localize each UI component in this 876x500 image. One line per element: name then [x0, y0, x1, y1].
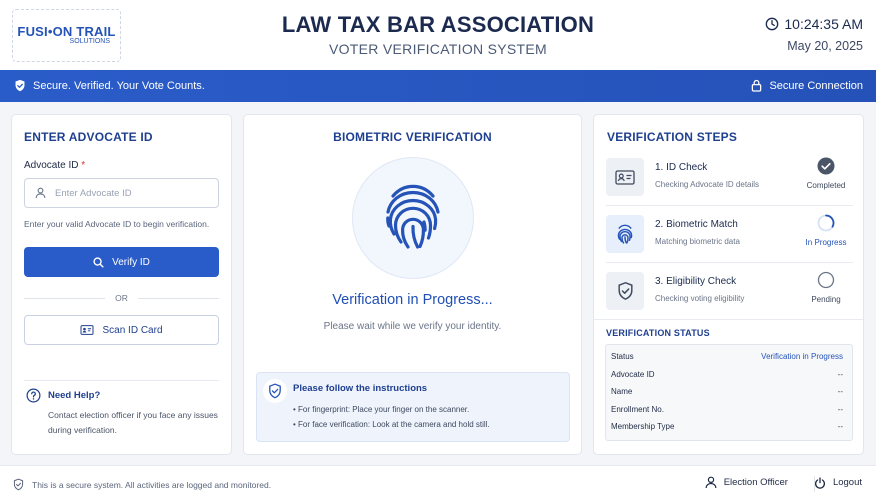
or-divider: OR	[24, 292, 219, 304]
verification-status-table: Status Verification in Progress Advocate…	[605, 344, 853, 441]
status-value: Verification in Progress	[761, 352, 843, 361]
advocate-id-panel: ENTER ADVOCATE ID Advocate ID * Enter yo…	[11, 114, 232, 455]
scan-id-card-label: Scan ID Card	[102, 324, 163, 336]
panel-title: ENTER ADVOCATE ID	[24, 130, 153, 144]
help-section: Need Help? Contact election officer if y…	[26, 388, 221, 438]
required-mark: *	[81, 160, 86, 171]
logout-button[interactable]: Logout	[814, 476, 862, 489]
election-officer-button[interactable]: Election Officer	[705, 476, 788, 489]
page-subtitle: VOTER VERIFICATION SYSTEM	[328, 41, 548, 57]
step-biometric-match: 2. Biometric Match Matching biometric da…	[594, 206, 863, 263]
panel-title: VERIFICATION STEPS	[607, 130, 738, 144]
search-icon	[93, 256, 104, 268]
step-eligibility-check: 3. Eligibility Check Checking voting eli…	[594, 263, 863, 320]
helper-text: Enter your valid Advocate ID to begin ve…	[24, 219, 210, 229]
verify-id-label: Verify ID	[112, 256, 150, 268]
status-row: Enrollment No. --	[611, 405, 843, 414]
help-text: Contact election officer if you face any…	[48, 410, 218, 435]
instruction-item: • For fingerprint: Place your finger on …	[293, 405, 470, 414]
help-icon	[26, 388, 41, 403]
clock: 10:24:35 AM May 20, 2025	[765, 16, 863, 53]
step-status: Completed	[806, 181, 846, 190]
status-row: Advocate ID --	[611, 370, 843, 379]
step-status: In Progress	[805, 238, 847, 247]
pending-circle-icon	[817, 271, 835, 289]
status-row: Status Verification in Progress	[611, 352, 843, 361]
user-icon	[35, 187, 46, 199]
instruction-item: • For face verification: Look at the cam…	[293, 420, 490, 429]
shield-check-icon	[13, 478, 24, 491]
id-card-icon	[80, 325, 94, 335]
banner-message: Secure. Verified. Your Vote Counts.	[33, 79, 205, 92]
secure-connection-label: Secure Connection	[769, 79, 863, 92]
main-content: ENTER ADVOCATE ID Advocate ID * Enter yo…	[0, 102, 876, 465]
step-description: Matching biometric data	[655, 237, 740, 246]
app-header: FUSI•ON TRAIL SOLUTIONS LAW TAX BAR ASSO…	[0, 0, 876, 70]
instructions-box: Please follow the instructions • For fin…	[256, 372, 570, 442]
security-banner: Secure. Verified. Your Vote Counts. Secu…	[0, 70, 876, 102]
security-notice: This is a secure system. All activities …	[32, 479, 272, 490]
scan-id-card-button[interactable]: Scan ID Card	[24, 315, 219, 345]
app-footer: This is a secure system. All activities …	[0, 465, 876, 500]
voter-verification-screen: FUSI•ON TRAIL SOLUTIONS LAW TAX BAR ASSO…	[0, 0, 876, 500]
status-row: Membership Type --	[611, 422, 843, 431]
current-date: May 20, 2025	[787, 39, 863, 53]
check-circle-icon	[817, 157, 835, 175]
shield-check-icon	[617, 281, 633, 300]
lock-icon	[752, 79, 762, 92]
panel-title: BIOMETRIC VERIFICATION	[333, 130, 492, 144]
advocate-id-label: Advocate ID *	[24, 160, 86, 171]
verification-status-title: Verification in Progress...	[332, 292, 493, 308]
instructions-list: • For fingerprint: Place your finger on …	[293, 402, 490, 432]
step-title: 3. Eligibility Check	[655, 276, 737, 287]
clock-icon	[766, 17, 779, 31]
page-title: LAW TAX BAR ASSOCIATION	[281, 12, 595, 37]
current-time: 10:24:35 AM	[784, 16, 863, 32]
step-id-check: 1. ID Check Checking Advocate ID details…	[594, 149, 863, 206]
power-icon	[814, 476, 825, 489]
shield-check-icon	[15, 79, 25, 92]
spinner-icon	[817, 214, 835, 232]
verification-status-subtitle: Please wait while we verify your identit…	[323, 321, 502, 332]
step-description: Checking Advocate ID details	[655, 180, 760, 189]
step-title: 2. Biometric Match	[655, 219, 738, 230]
logo-subtext: SOLUTIONS	[69, 38, 110, 45]
logo-text: FUSI•ON TRAIL	[17, 24, 116, 39]
id-card-icon	[615, 169, 635, 185]
advocate-id-field[interactable]	[24, 178, 219, 208]
fingerprint-icon	[617, 224, 633, 244]
step-status: Pending	[811, 295, 841, 304]
biometric-panel: BIOMETRIC VERIFICATION Verification in P…	[243, 114, 582, 455]
shield-check-icon	[269, 383, 281, 399]
instructions-title: Please follow the instructions	[293, 383, 428, 394]
title-block: LAW TAX BAR ASSOCIATION VOTER VERIFICATI…	[200, 12, 676, 57]
step-title: 1. ID Check	[655, 162, 708, 173]
verify-id-button[interactable]: Verify ID	[24, 247, 219, 277]
election-officer-label: Election Officer	[723, 477, 788, 488]
verification-steps-panel: VERIFICATION STEPS 1. ID Check Checking …	[593, 114, 864, 455]
advocate-id-input[interactable]	[55, 187, 205, 199]
fingerprint-icon	[386, 184, 440, 249]
verification-status-heading: VERIFICATION STATUS	[606, 328, 710, 338]
status-row: Name --	[611, 387, 843, 396]
logout-label: Logout	[832, 477, 862, 488]
logo: FUSI•ON TRAIL SOLUTIONS	[12, 9, 121, 62]
step-description: Checking voting eligibility	[655, 294, 745, 303]
user-icon	[705, 476, 717, 489]
fingerprint-scanner	[352, 157, 474, 279]
help-title: Need Help?	[48, 390, 101, 401]
